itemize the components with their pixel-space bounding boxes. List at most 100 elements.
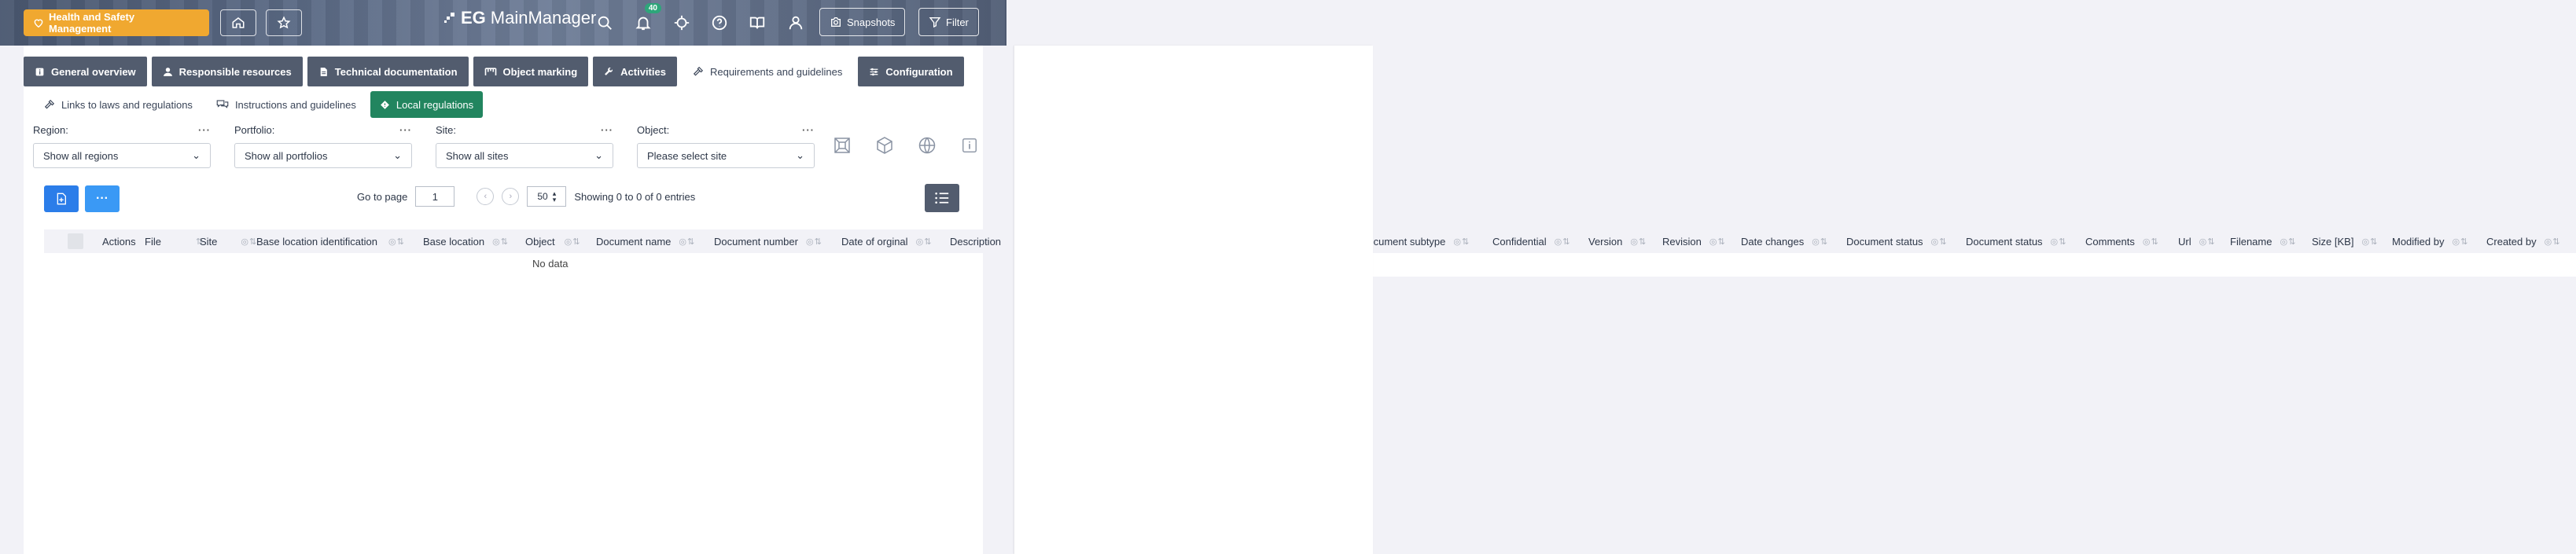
tab-activities[interactable]: Activities — [593, 57, 677, 86]
column-header[interactable]: Document number ◎ ⇅ — [714, 236, 822, 248]
subtab-instructions-and-guidelines[interactable]: Instructions and guidelines — [207, 91, 366, 118]
column-header[interactable]: Date changes ◎ ⇅ — [1741, 236, 1827, 248]
column-header[interactable]: Version ◎ ⇅ — [1588, 236, 1646, 248]
column-chooser-button[interactable] — [925, 184, 959, 212]
floorplan-view-button[interactable] — [832, 135, 852, 156]
sort-icon[interactable]: ◎ ⇅ — [565, 237, 580, 247]
manual-button[interactable] — [747, 13, 767, 33]
bell-icon — [635, 17, 651, 31]
sort-icon[interactable]: ◎ ⇅ — [492, 237, 508, 247]
column-header[interactable]: Filename ◎ ⇅ — [2230, 236, 2295, 248]
add-document-button[interactable] — [44, 185, 79, 212]
sort-icon[interactable]: ◎ ⇅ — [1709, 237, 1725, 247]
previous-page-button[interactable]: ‹ — [477, 188, 495, 205]
notifications-button[interactable]: 40 — [633, 3, 661, 33]
column-header[interactable]: Modified by ◎ ⇅ — [2392, 236, 2467, 248]
tab-label: Activities — [620, 65, 666, 78]
region-options-icon[interactable]: ··· — [198, 124, 211, 138]
user-button[interactable] — [786, 13, 806, 33]
column-header[interactable]: File ⇅ — [145, 236, 203, 248]
object-options-icon[interactable]: ··· — [802, 124, 815, 138]
column-header[interactable]: Comments ◎ ⇅ — [2085, 236, 2158, 248]
page-size-select[interactable]: 50 ▴ ▾ — [527, 186, 567, 207]
chevron-down-icon: ⌄ — [796, 149, 804, 161]
subtab-links-to-laws[interactable]: Links to laws and regulations — [35, 91, 202, 118]
sort-icon[interactable]: ◎ ⇅ — [2545, 237, 2560, 247]
next-page-button[interactable]: › — [502, 188, 520, 205]
user-icon — [789, 16, 803, 30]
portfolio-filter: Portfolio: ··· Show all portfolios ⌄ — [234, 124, 412, 168]
sort-icon[interactable]: ◎ ⇅ — [388, 237, 404, 247]
page-number-input[interactable]: 1 — [415, 186, 455, 207]
column-header[interactable]: Revision ◎ ⇅ — [1662, 236, 1725, 248]
info-view-button[interactable] — [959, 135, 980, 156]
info-outline-icon — [962, 138, 977, 152]
help-button[interactable] — [709, 13, 730, 33]
column-label: Document status — [1966, 235, 2043, 248]
sort-icon[interactable]: ◎ ⇅ — [916, 237, 932, 247]
sort-icon[interactable]: ◎ ⇅ — [2452, 237, 2467, 247]
portfolio-select[interactable]: Show all portfolios ⌄ — [234, 143, 412, 168]
tab-label: Technical documentation — [334, 65, 458, 78]
sort-icon[interactable]: ◎ ⇅ — [241, 237, 256, 247]
sort-icon[interactable]: ◎ ⇅ — [2051, 237, 2066, 247]
column-header[interactable]: Document status ◎ ⇅ — [1846, 236, 1947, 248]
sort-icon[interactable]: ◎ ⇅ — [2199, 237, 2215, 247]
column-header[interactable]: Document subtype ◎ ⇅ — [1360, 236, 1469, 248]
column-header[interactable]: Object ◎ ⇅ — [525, 236, 580, 248]
column-header[interactable]: Site ◎ ⇅ — [200, 236, 256, 248]
tab-requirements-and-guidelines[interactable]: Requirements and guidelines — [681, 57, 854, 86]
locate-button[interactable] — [672, 13, 692, 33]
search-button[interactable] — [594, 13, 615, 33]
camera-icon — [831, 17, 841, 27]
snapshots-button[interactable]: Snapshots — [819, 8, 906, 36]
column-header[interactable]: Created by ◎ ⇅ — [2486, 236, 2559, 248]
chevron-down-icon: ⌄ — [594, 149, 603, 161]
tab-object-marking[interactable]: Object marking — [473, 57, 589, 86]
module-selector-button[interactable]: Health and Safety Management — [24, 9, 209, 36]
more-actions-button[interactable]: ··· — [85, 185, 120, 212]
subtab-local-regulations[interactable]: Local regulations — [370, 91, 484, 118]
column-label: Site — [200, 235, 218, 248]
sort-icon[interactable]: ◎ ⇅ — [2143, 237, 2158, 247]
sort-icon[interactable]: ◎ ⇅ — [679, 237, 694, 247]
sort-icon[interactable]: ◎ ⇅ — [1812, 237, 1827, 247]
column-header[interactable]: Size [KB] ◎ ⇅ — [2312, 236, 2377, 248]
favorites-button[interactable] — [266, 9, 302, 36]
tab-configuration[interactable]: Configuration — [858, 57, 964, 86]
column-header[interactable]: Base location ◎ ⇅ — [423, 236, 508, 248]
region-select[interactable]: Show all regions ⌄ — [33, 143, 211, 168]
column-header[interactable]: Confidential ◎ ⇅ — [1492, 236, 1570, 248]
site-options-icon[interactable]: ··· — [601, 124, 613, 138]
object-select[interactable]: Please select site ⌄ — [637, 143, 815, 168]
table-header-right: Document subtype ◎ ⇅ Confidential ◎ ⇅ Vers… — [1360, 229, 2576, 253]
sort-icon[interactable]: ◎ ⇅ — [1630, 237, 1646, 247]
3d-view-button[interactable] — [874, 135, 895, 156]
site-select[interactable]: Show all sites ⌄ — [436, 143, 613, 168]
sort-icon[interactable]: ◎ ⇅ — [1453, 237, 1469, 247]
tab-general-overview[interactable]: General overview — [24, 57, 147, 86]
home-button[interactable] — [220, 9, 256, 36]
column-header[interactable]: Actions — [102, 236, 136, 248]
column-header[interactable]: Base location identification ◎ ⇅ — [256, 236, 404, 248]
app-logo[interactable]: EG MainManager — [443, 8, 596, 28]
column-header[interactable]: Description — [950, 236, 1001, 248]
tab-responsible-resources[interactable]: Responsible resources — [151, 57, 303, 86]
column-header[interactable]: Document name ◎ ⇅ — [596, 236, 694, 248]
crosshair-icon — [674, 15, 690, 31]
sort-icon[interactable]: ◎ ⇅ — [1555, 237, 1570, 247]
empty-table-message: No data — [532, 258, 569, 270]
column-header[interactable]: Url ◎ ⇅ — [2178, 236, 2214, 248]
sort-icon[interactable]: ◎ ⇅ — [1931, 237, 1947, 247]
select-all-checkbox[interactable] — [68, 233, 83, 249]
page-size-value: 50 — [537, 191, 548, 202]
column-header[interactable]: Document status ◎ ⇅ — [1966, 235, 2066, 248]
sort-icon[interactable]: ◎ ⇅ — [806, 237, 822, 247]
sort-icon[interactable]: ◎ ⇅ — [2361, 237, 2377, 247]
filter-button[interactable]: Filter — [918, 8, 979, 36]
map-view-button[interactable] — [917, 135, 937, 156]
column-header[interactable]: Date of orginal ◎ ⇅ — [841, 236, 932, 248]
portfolio-options-icon[interactable]: ··· — [399, 124, 412, 138]
sort-icon[interactable]: ◎ ⇅ — [2280, 237, 2295, 247]
tab-technical-documentation[interactable]: Technical documentation — [307, 57, 469, 86]
